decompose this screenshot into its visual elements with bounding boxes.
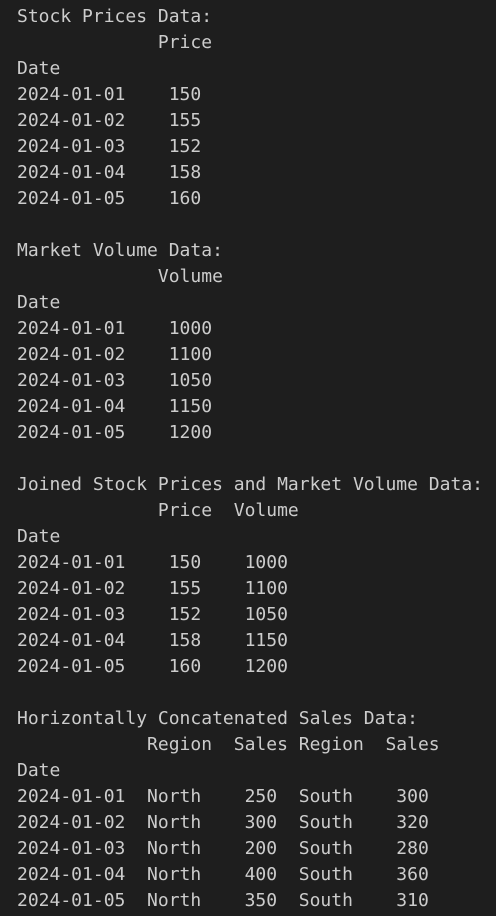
data-row: 2024-01-03 152 1050 bbox=[17, 604, 288, 625]
data-row: 2024-01-02 155 bbox=[17, 110, 202, 131]
data-row: 2024-01-01 150 bbox=[17, 84, 202, 105]
data-row: 2024-01-01 1000 bbox=[17, 318, 213, 339]
section-title: Market Volume Data: bbox=[17, 240, 223, 261]
data-row: 2024-01-05 160 1200 bbox=[17, 656, 288, 677]
data-row: 2024-01-04 158 1150 bbox=[17, 630, 288, 651]
section-title: Joined Stock Prices and Market Volume Da… bbox=[17, 474, 483, 495]
data-row: 2024-01-05 1200 bbox=[17, 422, 213, 443]
data-row: 2024-01-03 North 200 South 280 bbox=[17, 838, 429, 859]
index-name: Date bbox=[17, 526, 61, 547]
data-row: 2024-01-02 1100 bbox=[17, 344, 213, 365]
section-title: Horizontally Concatenated Sales Data: bbox=[17, 708, 418, 729]
data-row: 2024-01-02 North 300 South 320 bbox=[17, 812, 429, 833]
terminal-output: Stock Prices Data: Price Date 2024-01-01… bbox=[0, 0, 496, 916]
index-name: Date bbox=[17, 58, 61, 79]
column-header: Price Volume bbox=[17, 500, 299, 521]
column-header: Price bbox=[17, 32, 213, 53]
data-row: 2024-01-02 155 1100 bbox=[17, 578, 288, 599]
column-header: Volume bbox=[17, 266, 223, 287]
data-row: 2024-01-04 North 400 South 360 bbox=[17, 864, 429, 885]
section-title: Stock Prices Data: bbox=[17, 6, 213, 27]
data-row: 2024-01-03 1050 bbox=[17, 370, 213, 391]
data-row: 2024-01-05 160 bbox=[17, 188, 202, 209]
data-row: 2024-01-05 North 350 South 310 bbox=[17, 890, 429, 911]
data-row: 2024-01-03 152 bbox=[17, 136, 202, 157]
data-row: 2024-01-04 1150 bbox=[17, 396, 213, 417]
index-name: Date bbox=[17, 760, 61, 781]
data-row: 2024-01-01 150 1000 bbox=[17, 552, 288, 573]
data-row: 2024-01-04 158 bbox=[17, 162, 202, 183]
data-row: 2024-01-01 North 250 South 300 bbox=[17, 786, 429, 807]
column-header: Region Sales Region Sales bbox=[17, 734, 440, 755]
index-name: Date bbox=[17, 292, 61, 313]
